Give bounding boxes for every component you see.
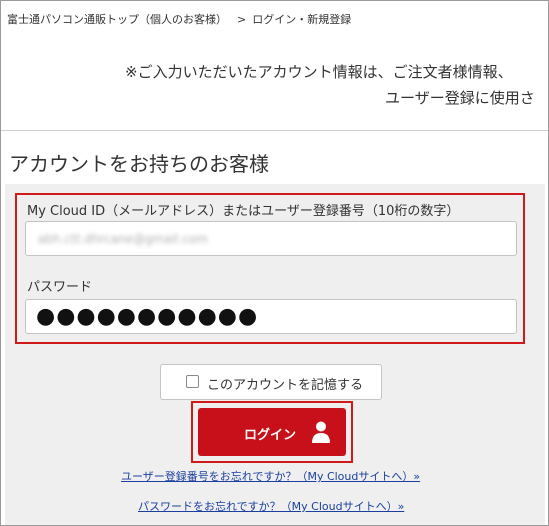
user-icon (312, 421, 330, 443)
existing-customer-title: アカウントをお持ちのお客様 (9, 152, 269, 176)
login-button-label: ログイン (244, 428, 297, 443)
account-info-notice-line1: ※ご入力いただいたアカウント情報は、ご注文者様情報、 (125, 63, 513, 81)
password-label: パスワード (27, 280, 93, 295)
page-frame: 富士通パソコン通販トップ（個人のお客様） > ログイン・新規登録 ※ご入力いただいた… (0, 0, 549, 526)
section-divider (1, 130, 548, 131)
remember-account-toggle[interactable]: このアカウントを記憶する (160, 364, 382, 400)
remember-account-checkbox[interactable] (186, 375, 199, 388)
password-input[interactable]: ●●●●●●●●●●● (25, 299, 517, 334)
login-button[interactable]: ログイン (198, 408, 346, 456)
login-id-input[interactable]: abh.ctt.dhrcane@gmail.com (25, 221, 517, 256)
password-value: ●●●●●●●●●●● (36, 304, 259, 329)
login-id-value: abh.ctt.dhrcane@gmail.com (38, 232, 208, 246)
remember-account-label: このアカウントを記憶する (207, 378, 364, 393)
breadcrumb-current: ログイン・新規登録 (252, 13, 352, 26)
login-id-label: My Cloud ID（メールアドレス）またはユーザー登録番号（10桁の数字） (27, 204, 460, 219)
breadcrumb-separator: > (237, 13, 247, 26)
forgot-password-link[interactable]: パスワードをお忘れですか？（My Cloudサイトへ）» (138, 498, 404, 514)
breadcrumb: 富士通パソコン通販トップ（個人のお客様） > ログイン・新規登録 (7, 11, 351, 27)
forgot-user-number-link[interactable]: ユーザー登録番号をお忘れですか？（My Cloudサイトへ）» (121, 468, 420, 484)
breadcrumb-home-link[interactable]: 富士通パソコン通販トップ（個人のお客様） (7, 13, 227, 26)
account-info-notice-line2: ユーザー登録に使用さ (385, 89, 535, 107)
